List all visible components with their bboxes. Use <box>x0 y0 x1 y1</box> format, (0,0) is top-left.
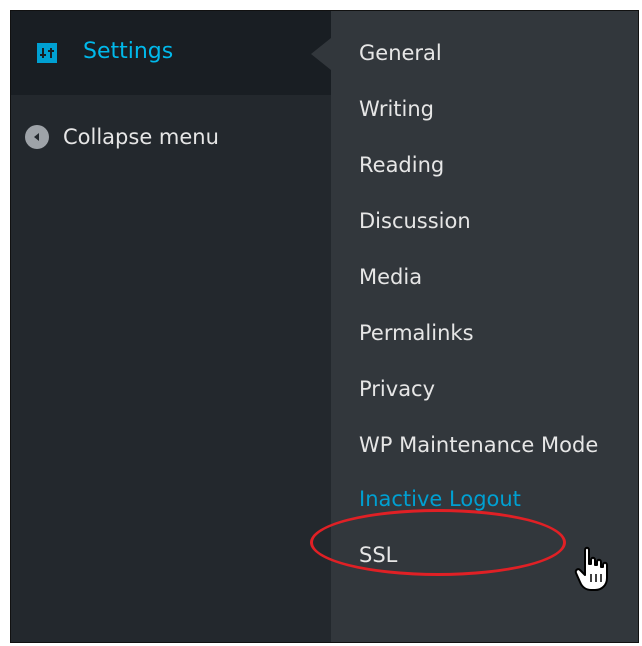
admin-menu-frame: Settings Collapse menu General Writing R… <box>10 10 639 643</box>
settings-sliders-icon <box>37 43 57 63</box>
submenu-item-media[interactable]: Media <box>359 263 599 291</box>
submenu-item-writing[interactable]: Writing <box>359 95 599 123</box>
hand-cursor-icon <box>574 546 608 591</box>
submenu-pointer-arrow <box>311 38 331 70</box>
sidebar-item-settings[interactable]: Settings <box>11 11 331 95</box>
submenu-item-inactive-logout[interactable]: Inactive Logout <box>359 485 599 513</box>
collapse-arrow-icon <box>25 125 49 149</box>
submenu-item-wp-maintenance-mode[interactable]: WP Maintenance Mode <box>359 431 599 459</box>
submenu-item-reading[interactable]: Reading <box>359 151 599 179</box>
submenu-item-general[interactable]: General <box>359 39 599 67</box>
sidebar-item-settings-label: Settings <box>83 39 174 64</box>
submenu-item-privacy[interactable]: Privacy <box>359 375 599 403</box>
collapse-menu-label: Collapse menu <box>63 125 219 149</box>
settings-submenu-list: General Writing Reading Discussion Media… <box>359 39 599 597</box>
submenu-item-permalinks[interactable]: Permalinks <box>359 319 599 347</box>
collapse-menu-button[interactable]: Collapse menu <box>25 123 219 151</box>
submenu-item-ssl[interactable]: SSL <box>359 541 599 569</box>
submenu-item-discussion[interactable]: Discussion <box>359 207 599 235</box>
admin-sidebar: Settings Collapse menu <box>11 11 331 642</box>
